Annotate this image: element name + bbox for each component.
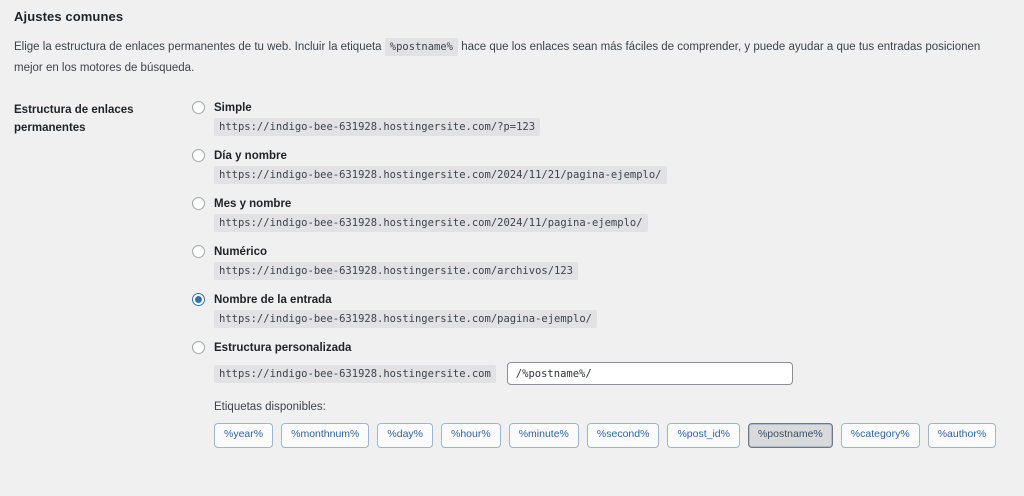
radio-post-name[interactable] bbox=[192, 293, 205, 306]
option-label: Estructura personalizada bbox=[214, 342, 351, 354]
example-url: https://indigo-bee-631928.hostingersite.… bbox=[214, 214, 648, 232]
tag-button-postname[interactable]: %postname% bbox=[748, 423, 833, 448]
example-url-wrap: https://indigo-bee-631928.hostingersite.… bbox=[214, 121, 1010, 133]
permalink-option-row[interactable]: Mes y nombre bbox=[192, 197, 1010, 210]
custom-structure-row: https://indigo-bee-631928.hostingersite.… bbox=[214, 362, 1010, 385]
radio-custom[interactable] bbox=[192, 341, 205, 354]
custom-structure-input[interactable] bbox=[507, 362, 793, 385]
example-url-wrap: https://indigo-bee-631928.hostingersite.… bbox=[214, 169, 1010, 181]
option-label: Nombre de la entrada bbox=[214, 294, 332, 306]
example-url: https://indigo-bee-631928.hostingersite.… bbox=[214, 310, 597, 328]
section-description: Elige la estructura de enlaces permanent… bbox=[14, 37, 1010, 78]
permalink-option-month-name: Mes y nombre https://indigo-bee-631928.h… bbox=[192, 197, 1010, 229]
permalink-options-list: Simple https://indigo-bee-631928.hosting… bbox=[192, 101, 1010, 464]
option-label: Día y nombre bbox=[214, 150, 287, 162]
tag-button-hour[interactable]: %hour% bbox=[441, 423, 501, 448]
section-title: Ajustes comunes bbox=[14, 9, 1010, 24]
permalink-option-simple: Simple https://indigo-bee-631928.hosting… bbox=[192, 101, 1010, 133]
option-label: Numérico bbox=[214, 246, 267, 258]
permalink-settings-section: Ajustes comunes Elige la estructura de e… bbox=[0, 0, 1024, 464]
tag-button-minute[interactable]: %minute% bbox=[509, 423, 579, 448]
available-tags-label: Etiquetas disponibles: bbox=[214, 401, 1010, 413]
option-label: Simple bbox=[214, 102, 252, 114]
permalink-option-row[interactable]: Simple bbox=[192, 101, 1010, 114]
example-url: https://indigo-bee-631928.hostingersite.… bbox=[214, 166, 667, 184]
radio-simple[interactable] bbox=[192, 101, 205, 114]
tag-button-category[interactable]: %category% bbox=[841, 423, 920, 448]
field-label: Estructura de enlaces permanentes bbox=[14, 101, 192, 464]
radio-month-name[interactable] bbox=[192, 197, 205, 210]
tag-button-year[interactable]: %year% bbox=[214, 423, 273, 448]
permalink-option-day-name: Día y nombre https://indigo-bee-631928.h… bbox=[192, 149, 1010, 181]
tag-button-day[interactable]: %day% bbox=[377, 423, 433, 448]
example-url-wrap: https://indigo-bee-631928.hostingersite.… bbox=[214, 313, 1010, 325]
permalink-option-row[interactable]: Día y nombre bbox=[192, 149, 1010, 162]
permalink-option-row[interactable]: Estructura personalizada bbox=[192, 341, 1010, 354]
custom-base-url: https://indigo-bee-631928.hostingersite.… bbox=[214, 365, 496, 383]
example-url-wrap: https://indigo-bee-631928.hostingersite.… bbox=[214, 265, 1010, 277]
permalink-structure-row: Estructura de enlaces permanentes Simple… bbox=[14, 101, 1010, 464]
example-url: https://indigo-bee-631928.hostingersite.… bbox=[214, 262, 578, 280]
permalink-option-row[interactable]: Numérico bbox=[192, 245, 1010, 258]
inline-postname-code: %postname% bbox=[385, 38, 458, 56]
available-tags: %year% %monthnum% %day% %hour% %minute% … bbox=[214, 423, 1010, 448]
tag-button-monthnum[interactable]: %monthnum% bbox=[281, 423, 369, 448]
tag-button-author[interactable]: %author% bbox=[928, 423, 996, 448]
example-url: https://indigo-bee-631928.hostingersite.… bbox=[214, 118, 540, 136]
description-text-before: Elige la estructura de enlaces permanent… bbox=[14, 41, 385, 53]
permalink-option-numeric: Numérico https://indigo-bee-631928.hosti… bbox=[192, 245, 1010, 277]
permalink-option-custom: Estructura personalizada https://indigo-… bbox=[192, 341, 1010, 448]
example-url-wrap: https://indigo-bee-631928.hostingersite.… bbox=[214, 217, 1010, 229]
permalink-option-post-name: Nombre de la entrada https://indigo-bee-… bbox=[192, 293, 1010, 325]
permalink-option-row[interactable]: Nombre de la entrada bbox=[192, 293, 1010, 306]
tag-button-post_id[interactable]: %post_id% bbox=[667, 423, 740, 448]
option-label: Mes y nombre bbox=[214, 198, 291, 210]
tag-button-second[interactable]: %second% bbox=[587, 423, 660, 448]
radio-numeric[interactable] bbox=[192, 245, 205, 258]
radio-day-name[interactable] bbox=[192, 149, 205, 162]
